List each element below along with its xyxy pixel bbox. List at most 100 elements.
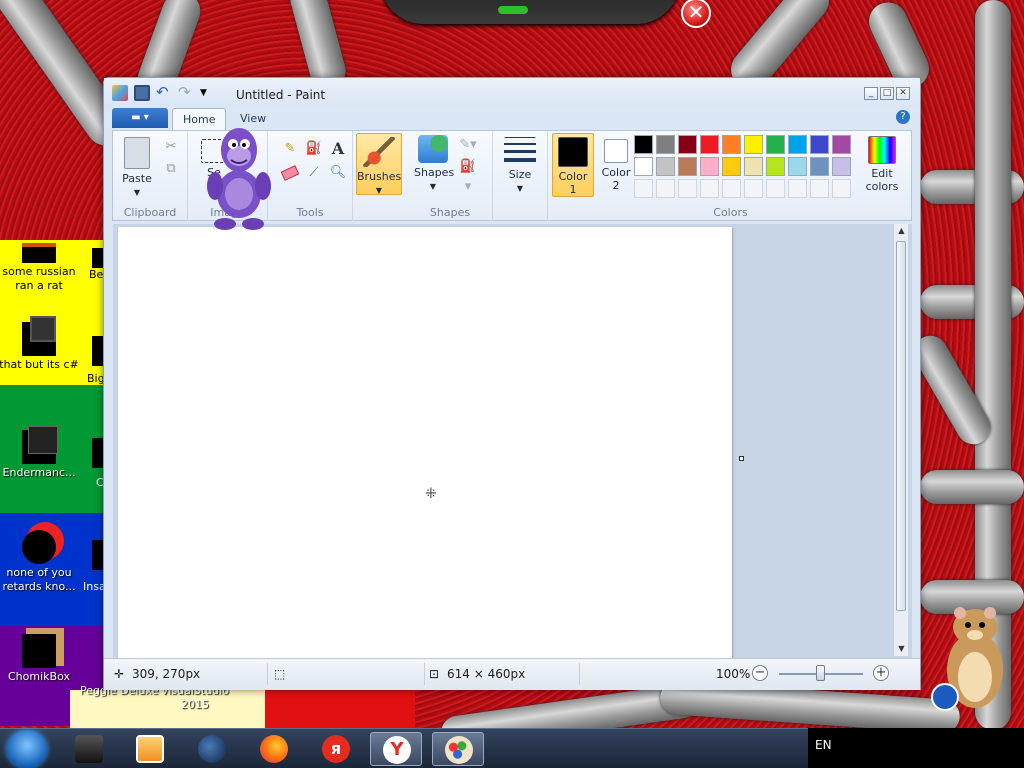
color-picker-icon[interactable]: ⟋	[304, 163, 324, 183]
yandex-browser-icon: Y	[383, 736, 411, 764]
customize-qat-icon[interactable]: ▼	[200, 85, 216, 101]
shapes-button[interactable]: Shapes ▼	[414, 135, 455, 193]
palette-swatch[interactable]	[656, 135, 675, 154]
palette-swatch[interactable]	[634, 157, 653, 176]
cursor-position: 309, 270px	[132, 667, 201, 681]
zoom-out-button[interactable]: −	[752, 665, 768, 681]
palette-swatch[interactable]	[766, 135, 785, 154]
group-colors: Color 1 Color 2 Edit colors Colors	[548, 131, 913, 221]
drawing-canvas[interactable]	[118, 227, 732, 658]
color2-button[interactable]: Color 2	[598, 133, 634, 197]
paint-menu-button[interactable]: ▬ ▾	[112, 108, 168, 128]
undo-icon[interactable]: ↶	[156, 85, 172, 101]
desktop-icon-partial[interactable]	[92, 540, 103, 570]
desktop-icon[interactable]: some russian ran a rat	[0, 243, 84, 293]
minimize-button[interactable]: _	[864, 87, 878, 100]
crosshair-cursor-icon: ⁜	[425, 486, 437, 502]
brushes-button[interactable]: Brushes ▼	[356, 133, 402, 195]
palette-swatch[interactable]	[634, 179, 653, 198]
desktop-icon-partial[interactable]	[92, 438, 103, 468]
desktop-icon[interactable]: none of you retards kno...	[0, 530, 84, 594]
title-bar[interactable]: ↶ ↷ ▼ Untitled - Paint _ □ ✕	[104, 78, 920, 108]
taskbar-item[interactable]	[248, 732, 300, 766]
desktop-icon-label: ChomikBox	[8, 670, 70, 683]
close-button[interactable]: ✕	[896, 87, 910, 100]
redo-icon[interactable]: ↷	[178, 85, 194, 101]
palette-swatch[interactable]	[722, 179, 741, 198]
desktop-icon-partial[interactable]	[92, 336, 103, 366]
taskbar-item[interactable]	[186, 732, 238, 766]
language-indicator[interactable]: EN	[815, 738, 832, 752]
scroll-down-icon[interactable]: ▼	[894, 642, 909, 656]
size-button[interactable]: Size ▼	[499, 137, 541, 195]
palette-swatch[interactable]	[700, 179, 719, 198]
zoom-in-button[interactable]: +	[873, 665, 889, 681]
help-icon[interactable]: ?	[896, 110, 910, 124]
vertical-scrollbar[interactable]: ▲ ▼	[893, 224, 908, 656]
palette-swatch[interactable]	[744, 135, 763, 154]
cut-icon[interactable]: ✂	[161, 137, 181, 157]
desktop-icon[interactable]: that but its c#	[0, 316, 84, 372]
window-title: Untitled - Paint	[236, 88, 326, 102]
color1-button[interactable]: Color 1	[552, 133, 594, 197]
palette-swatch[interactable]	[832, 179, 851, 198]
outline-icon[interactable]: ✎▾	[458, 135, 478, 155]
edit-colors-button[interactable]: Edit colors	[862, 133, 902, 193]
palette-swatch[interactable]	[700, 135, 719, 154]
fill-icon[interactable]: ⛽	[304, 139, 324, 159]
palette-swatch[interactable]	[722, 157, 741, 176]
color2-label: Color	[601, 166, 631, 179]
copy-icon[interactable]: ⧉	[161, 159, 181, 179]
save-icon[interactable]	[134, 85, 150, 101]
taskbar-item[interactable]	[63, 732, 115, 766]
palette-swatch[interactable]	[832, 157, 851, 176]
palette-swatch[interactable]	[766, 157, 785, 176]
text-icon[interactable]: A	[328, 139, 348, 159]
shape-fill-icon[interactable]: ⛽▾	[458, 157, 478, 194]
tray-notification-icon[interactable]	[931, 683, 959, 711]
resize-handle-right[interactable]	[739, 456, 744, 461]
palette-swatch[interactable]	[788, 179, 807, 198]
taskbar-item-yandex-browser[interactable]: Y	[370, 732, 422, 766]
palette-swatch[interactable]	[788, 157, 807, 176]
app-icon	[22, 316, 56, 356]
app-icon	[22, 634, 56, 668]
maximize-button[interactable]: □	[880, 87, 894, 100]
desktop-icon-partial[interactable]	[92, 248, 103, 268]
palette-swatch[interactable]	[700, 157, 719, 176]
palette-swatch[interactable]	[678, 157, 697, 176]
bonzi-buddy-character[interactable]	[203, 120, 275, 232]
taskbar-item-paint[interactable]	[432, 732, 484, 766]
eraser-icon[interactable]	[280, 163, 300, 183]
palette-swatch[interactable]	[832, 135, 851, 154]
magnifier-icon[interactable]: 🔍︎	[328, 163, 348, 183]
palette-swatch[interactable]	[678, 135, 697, 154]
palette-swatch[interactable]	[744, 157, 763, 176]
paint-app-icon[interactable]	[112, 85, 128, 101]
yandex-icon: я	[322, 735, 350, 763]
palette-swatch[interactable]	[810, 157, 829, 176]
start-button[interactable]	[7, 730, 47, 768]
palette-swatch[interactable]	[656, 157, 675, 176]
zoom-slider-thumb[interactable]	[816, 665, 825, 681]
scrollbar-thumb[interactable]	[896, 241, 906, 611]
palette-swatch[interactable]	[810, 179, 829, 198]
palette-swatch[interactable]	[656, 179, 675, 198]
taskbar-item[interactable]	[124, 732, 176, 766]
pencil-icon[interactable]: ✎	[280, 139, 300, 159]
palette-swatch[interactable]	[678, 179, 697, 198]
scroll-up-icon[interactable]: ▲	[894, 224, 909, 238]
edit-colors-icon	[868, 136, 896, 164]
taskbar-item[interactable]: я	[310, 732, 362, 766]
palette-swatch[interactable]	[810, 135, 829, 154]
palette-swatch[interactable]	[634, 135, 653, 154]
palette-swatch[interactable]	[788, 135, 807, 154]
shapes-label: Shapes	[414, 166, 455, 179]
desktop-icon[interactable]: ChomikBox	[0, 634, 84, 684]
palette-swatch[interactable]	[744, 179, 763, 198]
close-icon[interactable]: ✕	[681, 0, 711, 28]
palette-swatch[interactable]	[722, 135, 741, 154]
desktop-icon[interactable]: Endermanc...	[0, 426, 84, 480]
paste-button[interactable]: Paste ▼	[119, 135, 155, 199]
palette-swatch[interactable]	[766, 179, 785, 198]
